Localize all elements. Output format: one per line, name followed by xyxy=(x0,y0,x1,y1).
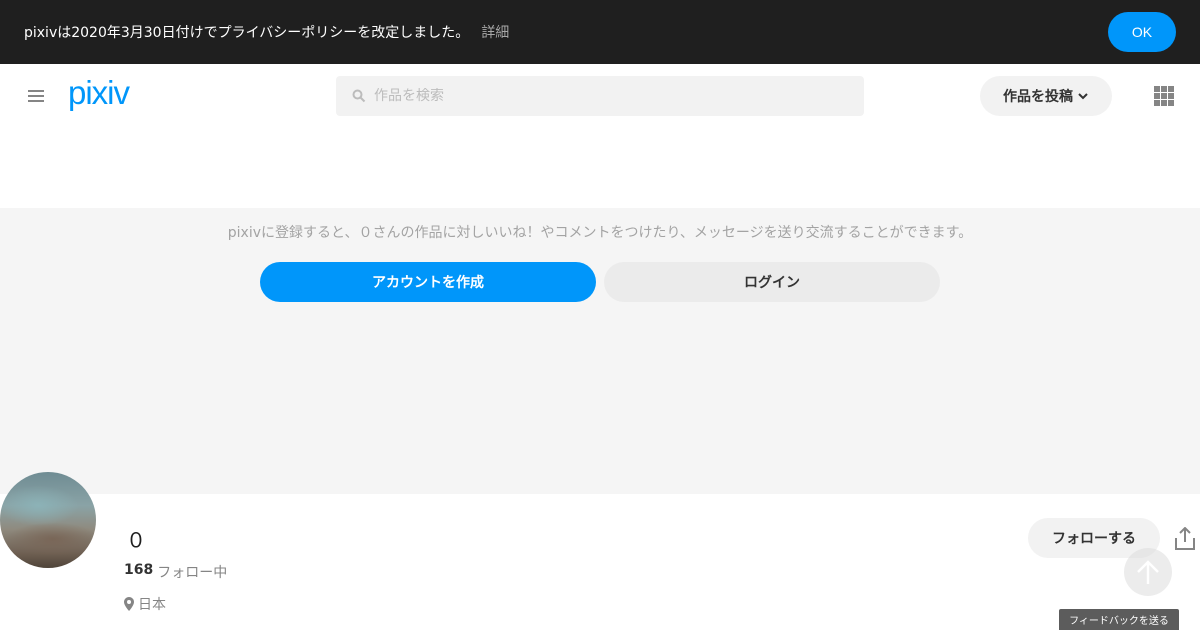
header: pixiv 作品を投稿 xyxy=(0,64,1200,128)
pixiv-logo[interactable]: pixiv xyxy=(66,74,154,116)
policy-banner: pixivは2020年3月30日付けでプライバシーポリシーを改定しました。 詳細… xyxy=(0,0,1200,64)
location: 日本 xyxy=(124,594,166,614)
register-message: pixivに登録すると、０さんの作品に対しいいね！やコメントをつけたり、メッセー… xyxy=(227,225,973,241)
grid-icon[interactable] xyxy=(1152,84,1176,108)
following-stat[interactable]: 168 フォロー中 xyxy=(124,562,227,582)
cover-area: pixivに登録すると、０さんの作品に対しいいね！やコメントをつけたり、メッセー… xyxy=(0,208,1200,494)
scroll-to-top-button[interactable] xyxy=(1124,548,1172,596)
following-count: 168 xyxy=(124,562,154,578)
arrow-up-icon xyxy=(1137,560,1159,584)
menu-icon[interactable] xyxy=(24,84,48,108)
ok-button[interactable]: OK xyxy=(1108,12,1176,52)
search-icon xyxy=(352,89,366,103)
login-button[interactable]: ログイン xyxy=(604,262,940,302)
following-label: フォロー中 xyxy=(157,565,228,581)
post-work-label: 作品を投稿 xyxy=(1003,89,1073,105)
search-input[interactable] xyxy=(374,88,834,104)
create-account-button[interactable]: アカウントを作成 xyxy=(260,262,596,302)
post-work-button[interactable]: 作品を投稿 xyxy=(980,76,1112,116)
share-icon[interactable] xyxy=(1174,526,1196,551)
avatar[interactable] xyxy=(0,472,96,568)
location-pin-icon xyxy=(124,597,134,611)
logo-text: pixiv xyxy=(68,76,131,111)
feedback-button[interactable]: フィードバックを送る xyxy=(1059,609,1179,630)
policy-banner-text: pixivは2020年3月30日付けでプライバシーポリシーを改定しました。 xyxy=(24,25,470,41)
user-name: ０ xyxy=(126,530,146,552)
pixiv-user-page: pixivは2020年3月30日付けでプライバシーポリシーを改定しました。 詳細… xyxy=(0,0,1200,630)
location-text: 日本 xyxy=(138,597,166,613)
search-bar[interactable] xyxy=(336,76,864,116)
policy-details-link[interactable]: 詳細 xyxy=(481,22,509,42)
chevron-down-icon xyxy=(1078,93,1088,100)
